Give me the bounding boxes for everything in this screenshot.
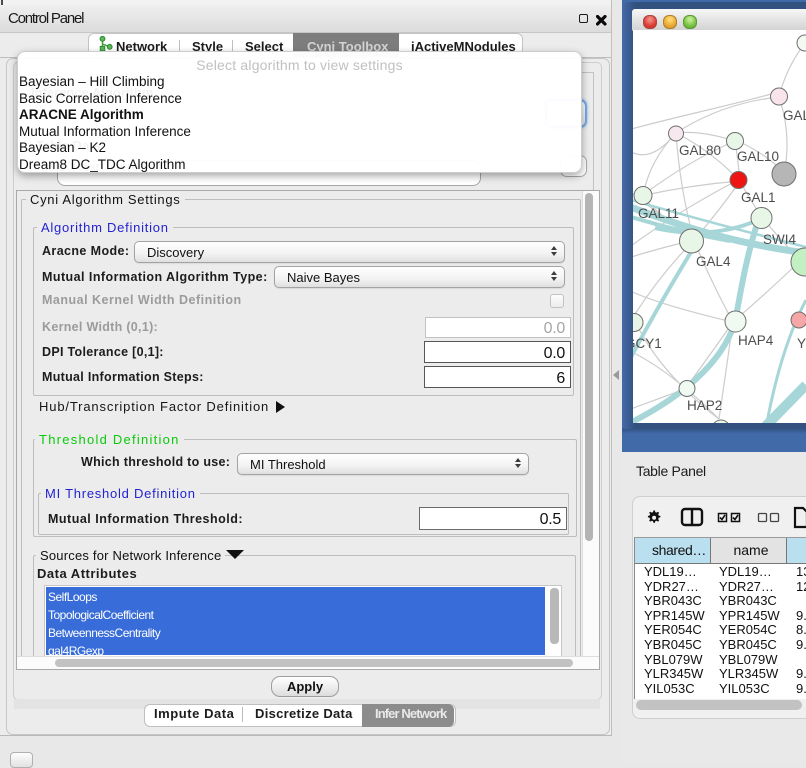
svg-text:GAL10: GAL10 xyxy=(737,149,779,164)
svg-text:HAP4: HAP4 xyxy=(738,333,774,348)
svg-text:GCY1: GCY1 xyxy=(633,336,662,351)
svg-text:GAL8: GAL8 xyxy=(783,108,806,123)
svg-text:GAL80: GAL80 xyxy=(679,143,721,158)
svg-text:Y: Y xyxy=(797,336,806,351)
svg-text:HAP2: HAP2 xyxy=(687,398,722,413)
svg-text:GAL11: GAL11 xyxy=(638,206,679,221)
svg-text:SWI4: SWI4 xyxy=(763,232,796,247)
svg-text:GAL4: GAL4 xyxy=(696,254,731,269)
svg-text:GAL1: GAL1 xyxy=(741,190,776,205)
